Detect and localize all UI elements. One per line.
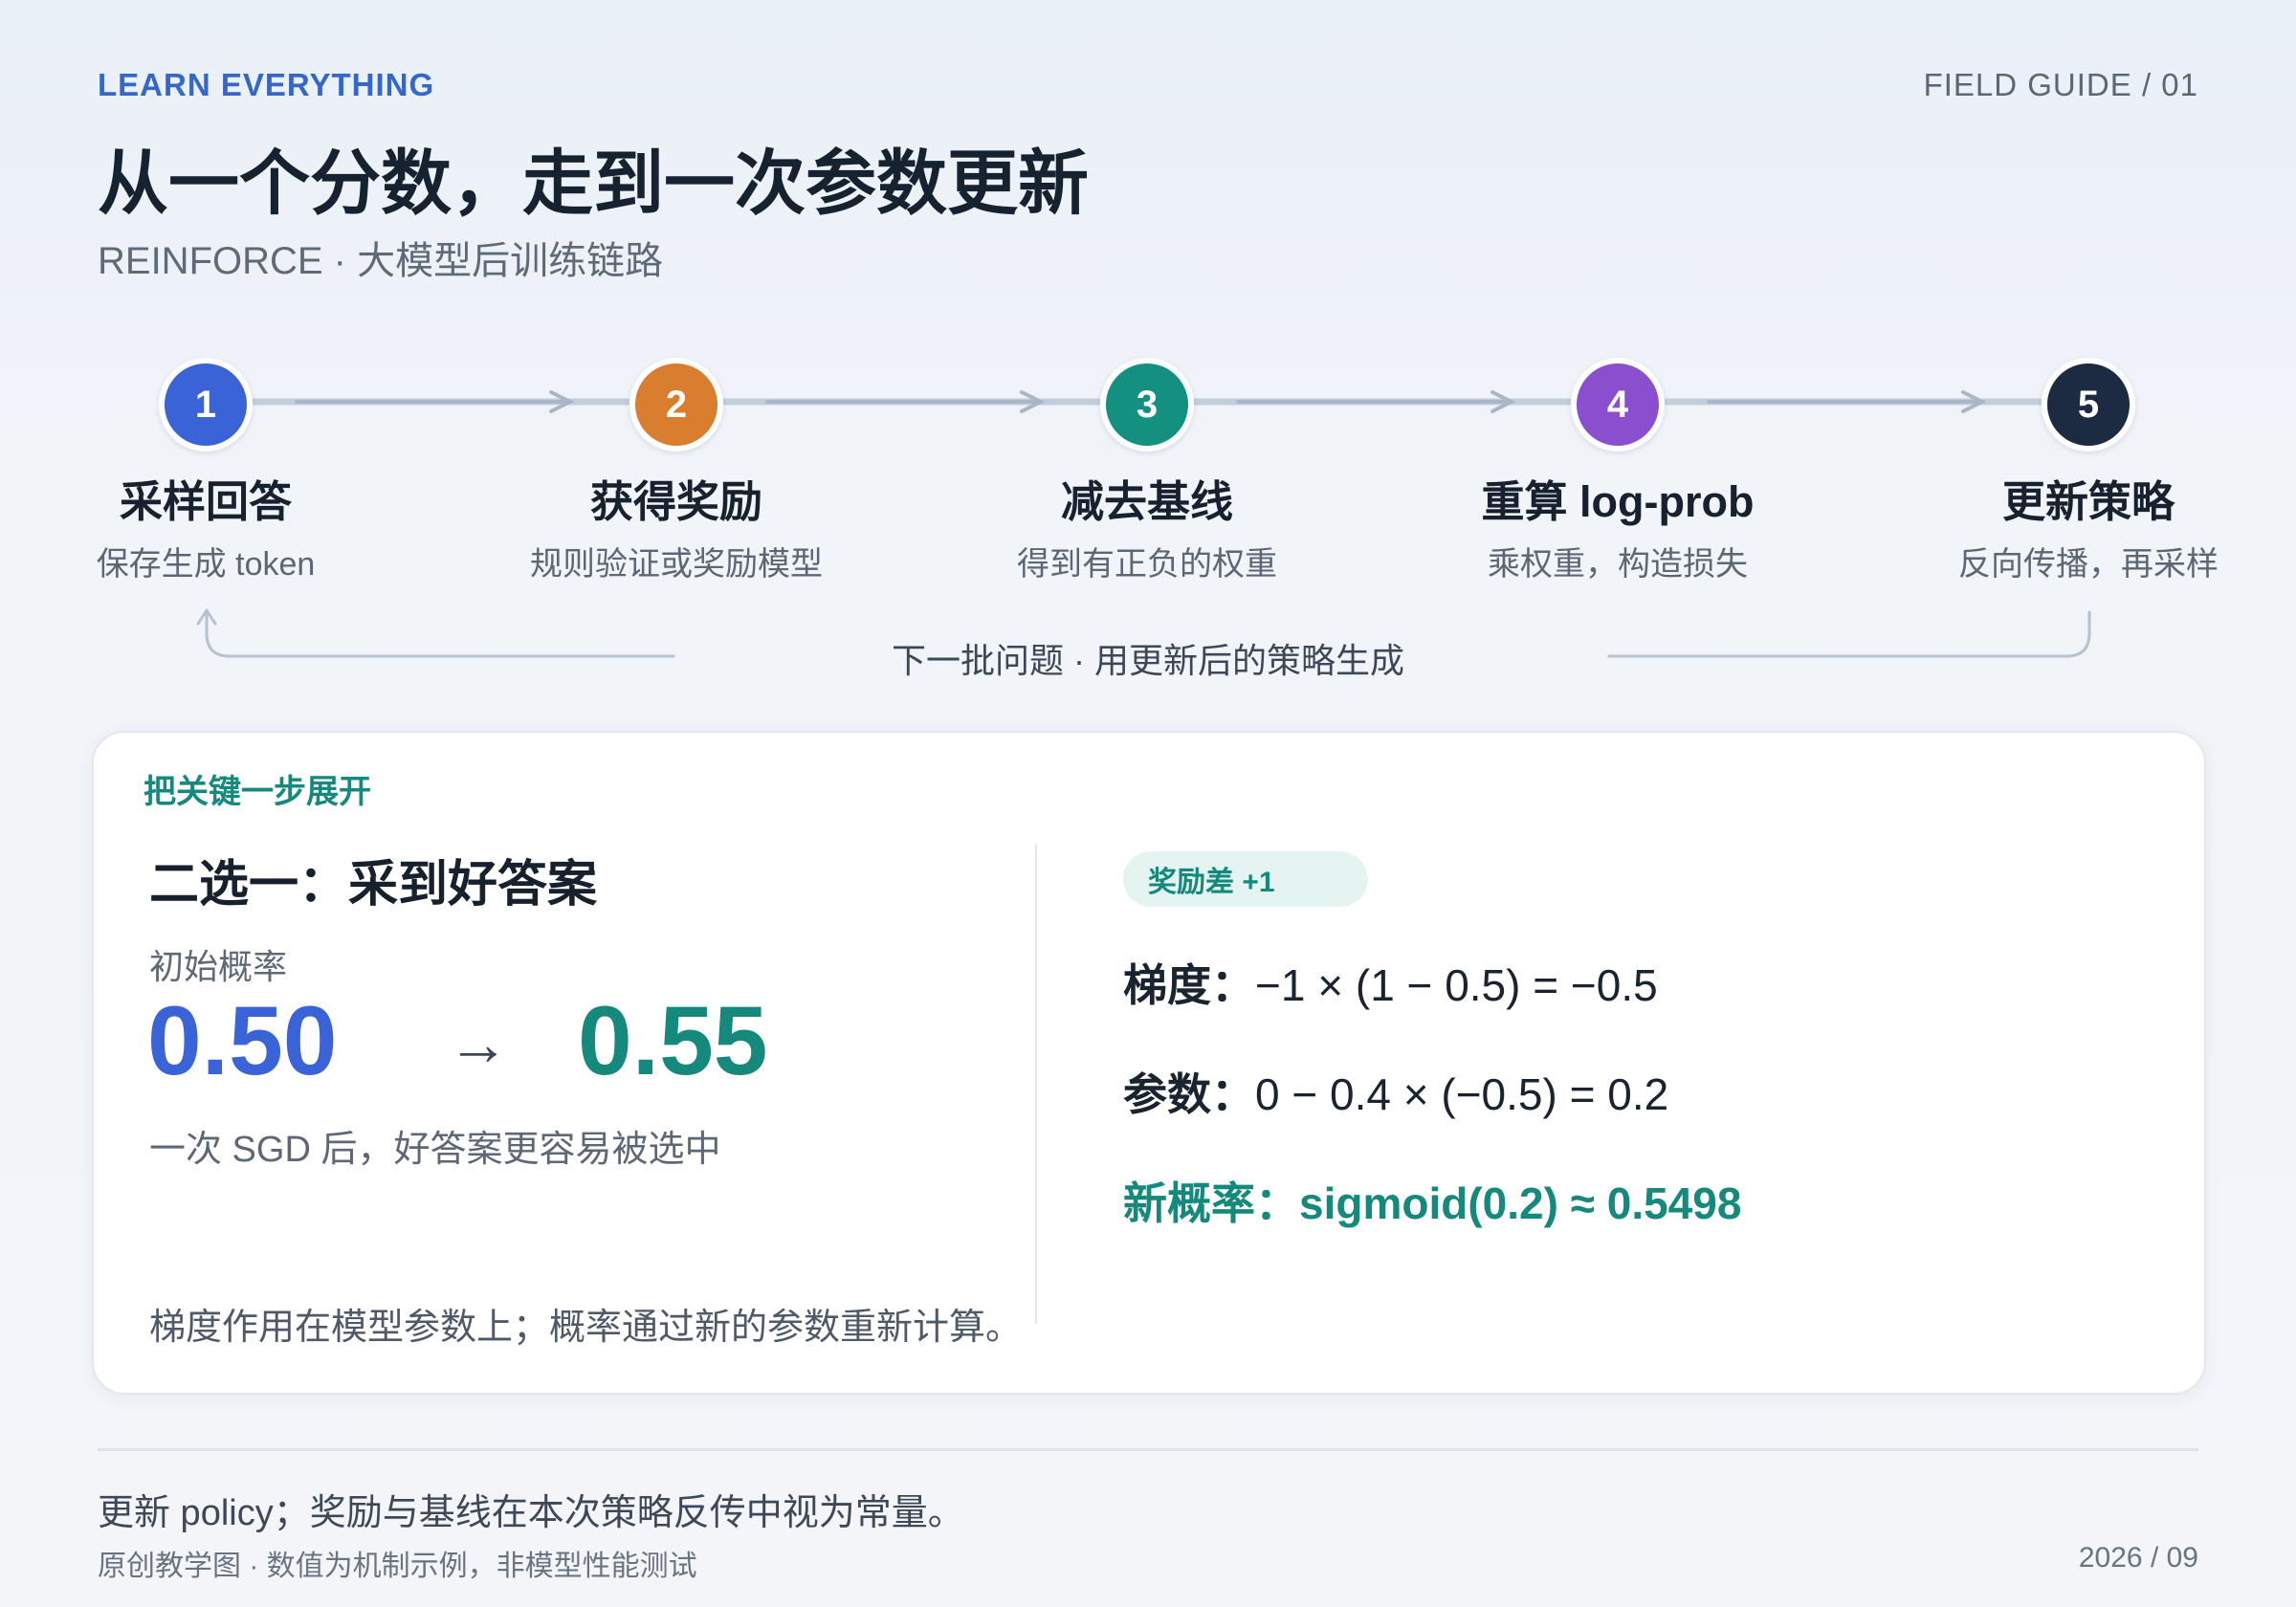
right-arrow-icon: → xyxy=(448,1009,509,1078)
footer-credit: 原创教学图 · 数值为机制示例，非模型性能测试 xyxy=(98,1551,697,1582)
card-heading: 二选一：采到好答案 xyxy=(149,857,598,913)
new-prob-expr: sigmoid(0.2) ≈ 0.5498 xyxy=(1299,1178,1742,1228)
footer-rule xyxy=(98,1448,2198,1451)
step-5-title: 更新策略 xyxy=(2001,477,2175,526)
param-label: 参数： xyxy=(1123,1069,1255,1119)
step-4-desc: 乘权重，构造损失 xyxy=(1488,546,1748,583)
gradient-equation: 梯度：−1 × (1 − 0.5) = −0.5 xyxy=(1123,951,1658,1014)
step-5-desc: 反向传播，再采样 xyxy=(1958,546,2219,583)
initial-prob-label: 初始概率 xyxy=(149,947,288,986)
page-title: 从一个分数，走到一次参数更新 xyxy=(98,143,1089,223)
card-kicker: 把关键一步展开 xyxy=(144,774,371,810)
reward-diff-badge: 奖励差 +1 xyxy=(1123,851,1368,907)
new-prob-equation: 新概率：sigmoid(0.2) ≈ 0.5498 xyxy=(1123,1169,1741,1232)
loop-label: 下一批问题 · 用更新后的策略生成 xyxy=(892,641,1404,680)
card-divider xyxy=(1035,844,1037,1324)
step-2-desc: 规则验证或奖励模型 xyxy=(530,546,823,583)
step-3-circle: 3 xyxy=(1100,358,1194,451)
footer-date: 2026 / 09 xyxy=(2078,1542,2198,1574)
gradient-label: 梯度： xyxy=(1123,960,1255,1010)
step-5-circle: 5 xyxy=(2042,358,2135,451)
step-4-circle: 4 xyxy=(1571,358,1665,451)
gradient-note: 梯度作用在模型参数上；概率通过新的参数重新计算。 xyxy=(149,1308,1023,1348)
gradient-expr: −1 × (1 − 0.5) = −0.5 xyxy=(1255,960,1658,1010)
prob-after: 0.55 xyxy=(578,986,768,1095)
step-1-title: 采样回答 xyxy=(119,477,292,526)
step-1-desc: 保存生成 token xyxy=(96,546,316,583)
page-subtitle: REINFORCE · 大模型后训练链路 xyxy=(98,240,664,282)
brand-kicker: LEARN EVERYTHING xyxy=(98,67,435,102)
step-2-circle: 2 xyxy=(629,358,723,451)
prob-before: 0.50 xyxy=(147,986,338,1095)
step-1-circle: 1 xyxy=(159,358,253,451)
field-guide-label: FIELD GUIDE / 01 xyxy=(1923,67,2198,102)
step-4-title: 重算 log-prob xyxy=(1481,477,1755,526)
sgd-note: 一次 SGD 后，好答案更容易被选中 xyxy=(149,1130,721,1170)
step-2-title: 获得奖励 xyxy=(589,477,762,526)
footer-summary: 更新 policy；奖励与基线在本次策略反传中视为常量。 xyxy=(98,1493,964,1533)
param-expr: 0 − 0.4 × (−0.5) = 0.2 xyxy=(1255,1069,1669,1119)
param-equation: 参数：0 − 0.4 × (−0.5) = 0.2 xyxy=(1123,1060,1668,1123)
new-prob-label: 新概率： xyxy=(1123,1178,1299,1228)
step-3-title: 减去基线 xyxy=(1060,477,1233,526)
step-3-desc: 得到有正负的权重 xyxy=(1017,546,1277,583)
